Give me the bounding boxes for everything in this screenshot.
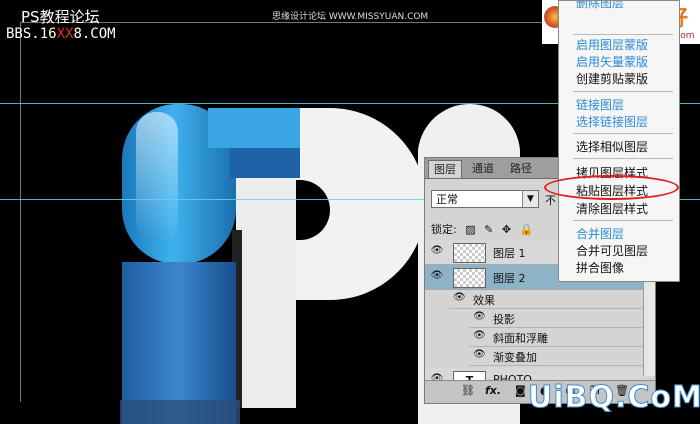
effect-row[interactable]: 👁 斜面和浮雕 — [469, 328, 643, 347]
chevron-down-icon[interactable]: ▼ — [522, 191, 538, 207]
menu-item-enable-layer-mask[interactable]: 启用图层蒙版 — [576, 36, 648, 53]
eye-icon[interactable]: 👁 — [473, 311, 486, 322]
effects-label: 效果 — [473, 294, 495, 307]
site-url: BBS.16XX8.COM — [6, 26, 116, 42]
tab-layers[interactable]: 图层 — [428, 160, 462, 178]
menu-item-select-similar-layers[interactable]: 选择相似图层 — [576, 138, 648, 155]
blend-mode-value: 正常 — [436, 193, 458, 206]
menu-item-select-linked-layers[interactable]: 选择链接图层 — [576, 113, 648, 130]
eye-icon[interactable]: 👁 — [453, 292, 466, 303]
blue-pill-bottom — [122, 262, 236, 424]
menu-item-create-clipping-mask[interactable]: 创建剪贴蒙版 — [576, 70, 648, 87]
lock-label: 锁定: — [431, 223, 457, 236]
menu-item-merge-visible[interactable]: 合并可见图层 — [576, 242, 648, 259]
fx-icon[interactable]: fx. — [485, 384, 501, 397]
highlight-ellipse — [544, 175, 679, 200]
layer-thumbnail — [453, 268, 486, 288]
menu-separator — [573, 34, 673, 35]
lock-transparent-icon[interactable]: ▨ — [465, 223, 475, 236]
tab-channels[interactable]: 通道 — [467, 160, 499, 177]
lock-row: 锁定: ▨ ✎ ✥ 🔒 — [431, 221, 533, 237]
link-icon[interactable]: ⛓ — [461, 384, 475, 397]
menu-separator — [573, 158, 673, 159]
center-caption: 思缘设计论坛 WWW.MISSYUAN.COM — [272, 12, 429, 22]
canvas-border-top — [20, 22, 560, 23]
layer-name: 图层 2 — [493, 272, 526, 285]
layer-name: 图层 1 — [493, 247, 526, 260]
eye-icon[interactable]: 👁 — [473, 349, 486, 360]
layer-thumbnail — [453, 243, 486, 263]
effects-row[interactable]: 👁 效果 — [449, 290, 643, 309]
eye-icon[interactable]: 👁 — [430, 270, 444, 281]
menu-item-link-layers[interactable]: 链接图层 — [576, 96, 624, 113]
menu-item-delete-layer[interactable]: 删除图层 — [576, 1, 624, 11]
mask-icon[interactable]: ◙ — [515, 384, 526, 397]
effect-row[interactable]: 👁 渐变叠加 — [469, 347, 643, 366]
document-canvas[interactable]: PS教程论坛 BBS.16XX8.COM 思缘设计论坛 WWW.MISSYUAN… — [0, 0, 700, 424]
tab-paths[interactable]: 路径 — [505, 160, 537, 177]
menu-item-clear-layer-style[interactable]: 清除图层样式 — [576, 200, 648, 217]
letter-p-bowl — [292, 108, 426, 300]
lock-brush-icon[interactable]: ✎ — [484, 223, 493, 236]
menu-item-flatten-image[interactable]: 拼合图像 — [576, 259, 624, 276]
layer-context-menu: 删除图层 启用图层蒙版 启用矢量蒙版 创建剪贴蒙版 链接图层 选择链接图层 选择… — [558, 0, 680, 282]
effect-row[interactable]: 👁 投影 — [469, 309, 643, 328]
menu-separator — [573, 220, 673, 221]
menu-item-enable-vector-mask[interactable]: 启用矢量蒙版 — [576, 53, 648, 70]
effect-label: 斜面和浮雕 — [493, 332, 548, 345]
eye-icon[interactable]: 👁 — [430, 245, 444, 256]
canvas-border-left — [20, 22, 21, 402]
menu-separator — [573, 91, 673, 92]
watermark-bottom-right: UiBQ.CoM — [528, 380, 700, 416]
effect-label: 投影 — [493, 313, 515, 326]
lock-all-icon[interactable]: 🔒 — [520, 223, 534, 236]
url-prefix: BBS.16 — [6, 26, 57, 42]
effect-label: 渐变叠加 — [493, 351, 537, 364]
url-suffix: 8.COM — [73, 26, 116, 42]
blend-mode-select[interactable]: 正常 ▼ — [431, 190, 539, 208]
url-highlight: XX — [56, 26, 74, 42]
menu-separator — [573, 133, 673, 134]
site-title: PS教程论坛 — [21, 8, 100, 26]
eye-icon[interactable]: 👁 — [473, 330, 486, 341]
lock-move-icon[interactable]: ✥ — [502, 223, 511, 236]
menu-item-merge-layers[interactable]: 合并图层 — [576, 225, 624, 242]
